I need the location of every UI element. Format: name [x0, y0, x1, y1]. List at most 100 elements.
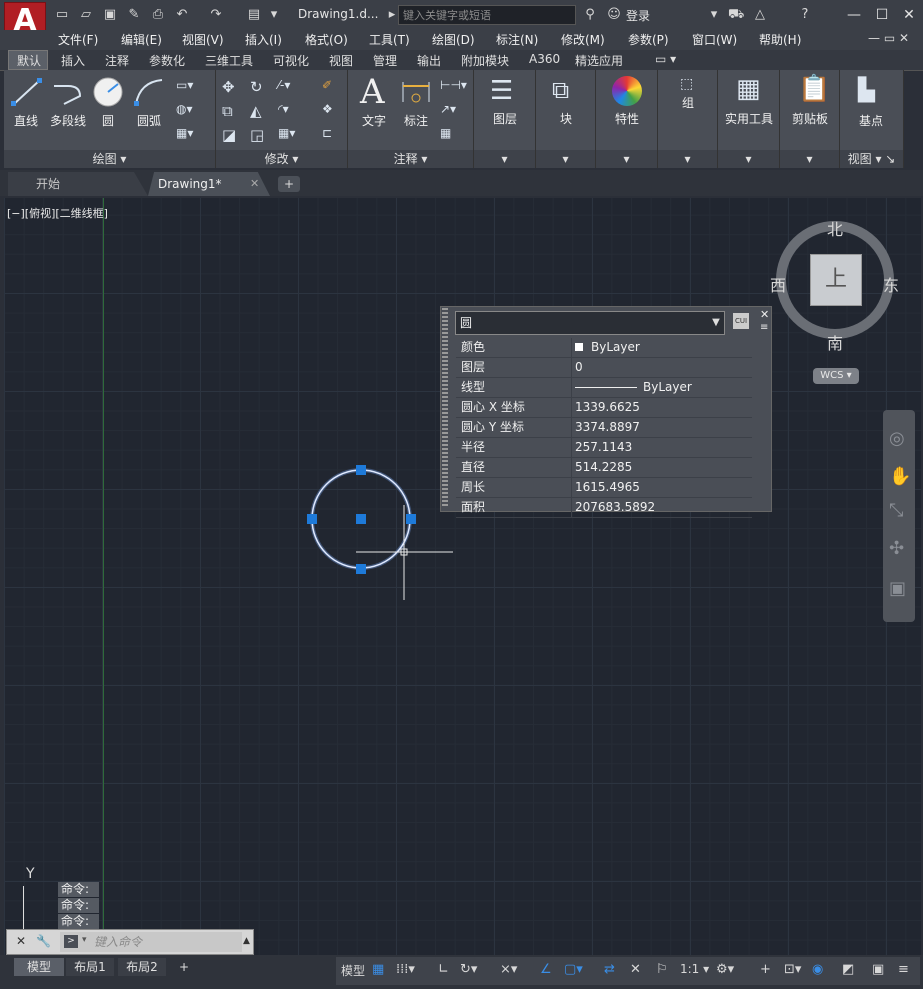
table-icon[interactable]: ▦	[440, 126, 451, 140]
move-icon[interactable]: ✥	[222, 78, 235, 96]
hardware-acceleration-icon[interactable]: ◉	[812, 962, 823, 977]
new-tab-icon[interactable]: +	[278, 176, 300, 192]
object-type-select[interactable]: 圆	[455, 311, 725, 335]
layout-tab-layout2[interactable]: 布局2	[118, 958, 166, 976]
stretch-icon[interactable]: ◪	[222, 126, 236, 144]
redo-icon[interactable]: ↷	[208, 7, 224, 23]
selection-cycling-icon[interactable]: ⇄	[604, 962, 615, 977]
property-value[interactable]: 0	[572, 358, 752, 377]
property-value[interactable]: 3374.8897	[572, 418, 752, 437]
property-value[interactable]: 514.2285	[572, 458, 752, 477]
print-icon[interactable]: ⎙	[150, 7, 166, 23]
tab-start[interactable]: 开始	[8, 172, 148, 196]
menu-modify[interactable]: 修改(M)	[561, 31, 605, 48]
annotation-scale[interactable]: 1:1 ▾	[680, 962, 709, 976]
layers-button-label[interactable]: 图层	[480, 110, 530, 127]
steering-wheel-icon[interactable]: ◎	[889, 428, 905, 449]
panel-properties-footer[interactable]: ▾	[596, 150, 658, 168]
customize-icon[interactable]: CUI	[733, 313, 749, 329]
save-icon[interactable]: ▣	[102, 7, 118, 23]
polyline-icon[interactable]	[50, 76, 84, 108]
fillet-icon[interactable]: ◜▾	[278, 102, 289, 116]
hatch-icon[interactable]: ◍▾	[176, 102, 193, 116]
menu-help[interactable]: 帮助(H)	[759, 31, 801, 48]
palette-menu-icon[interactable]: ≡	[760, 322, 768, 333]
line-icon[interactable]	[10, 76, 44, 108]
panel-clipboard-footer[interactable]: ▾	[780, 150, 840, 168]
clipboard-button-label[interactable]: 剪贴板	[784, 110, 836, 127]
search-input[interactable]: 键入关键字或短语	[398, 5, 576, 25]
array-icon[interactable]: ▦▾	[278, 126, 295, 140]
text-button-label[interactable]: 文字	[358, 112, 390, 129]
group-button-label[interactable]: 组	[668, 94, 708, 111]
tab-parametric[interactable]: 参数化	[149, 52, 185, 69]
gradient-icon[interactable]: ▦▾	[176, 126, 193, 140]
menu-edit[interactable]: 编辑(E)	[121, 31, 162, 48]
wrench-icon[interactable]: 🔧	[36, 934, 51, 948]
panel-utilities-footer[interactable]: ▾	[718, 150, 780, 168]
command-input[interactable]: 键入命令	[60, 932, 242, 952]
minimize-button[interactable]: —	[844, 6, 864, 24]
menu-draw[interactable]: 绘图(D)	[432, 31, 475, 48]
maximize-button[interactable]: ☐	[872, 6, 892, 24]
tab-annotate[interactable]: 注释	[105, 52, 129, 69]
calculator-icon[interactable]: ▦	[736, 74, 761, 104]
property-value[interactable]: 207683.5892	[572, 498, 752, 517]
ribbon-toggle-icon[interactable]: ▭ ▾	[655, 52, 676, 66]
help-icon[interactable]: ?	[797, 7, 813, 23]
snap-icon[interactable]: ⁞⁞⁞▾	[396, 962, 415, 977]
erase-icon[interactable]: ✐	[322, 78, 332, 92]
model-space-button[interactable]: 模型	[341, 962, 365, 979]
dimension-button-label[interactable]: 标注	[400, 112, 432, 129]
offset-icon[interactable]: ⊏	[322, 126, 332, 140]
units-icon[interactable]: ⊡▾	[784, 962, 801, 977]
property-value[interactable]: ByLayer	[572, 338, 752, 357]
menu-tools[interactable]: 工具(T)	[369, 31, 410, 48]
property-value[interactable]: 1339.6625	[572, 398, 752, 417]
panel-groups-footer[interactable]: ▾	[658, 150, 718, 168]
compass-south[interactable]: 南	[827, 330, 843, 354]
menu-window[interactable]: 窗口(W)	[692, 31, 737, 48]
orbit-icon[interactable]: ✣	[889, 538, 904, 559]
binoculars-icon[interactable]: ⚲	[582, 7, 598, 23]
command-prompt-icon[interactable]: >	[64, 935, 78, 948]
tab-close-icon[interactable]: ✕	[250, 177, 259, 190]
menu-insert[interactable]: 插入(I)	[245, 31, 282, 48]
clipboard-icon[interactable]: 📋	[798, 74, 830, 104]
properties-button-label[interactable]: 特性	[602, 110, 652, 127]
tab-addins[interactable]: 附加模块	[461, 52, 509, 69]
chevron-down-icon[interactable]: ▼	[709, 313, 723, 333]
customization-icon[interactable]: ≡	[898, 962, 909, 977]
group-icon[interactable]: ⬚	[680, 76, 693, 92]
block-button-label[interactable]: 块	[542, 110, 590, 127]
cart-icon[interactable]: ⛟	[728, 7, 744, 23]
mirror-icon[interactable]: ◭	[250, 102, 262, 120]
polyline-button-label[interactable]: 多段线	[46, 112, 90, 129]
annotation-autoscale-icon[interactable]: ⚐	[656, 962, 668, 977]
compass-east[interactable]: 东	[883, 272, 899, 296]
object-snap-tracking-icon[interactable]: ∠	[540, 962, 552, 977]
workspace-switch-icon[interactable]: ⚙▾	[716, 962, 734, 977]
property-value[interactable]: 1615.4965	[572, 478, 752, 497]
linear-dim-icon[interactable]: ⊢⊣▾	[440, 78, 467, 92]
tab-a360[interactable]: A360	[529, 52, 560, 66]
compass-north[interactable]: 北	[827, 216, 843, 240]
rectangle-icon[interactable]: ▭▾	[176, 78, 193, 92]
panel-view-footer[interactable]: 视图 ▾ ↘	[840, 150, 904, 168]
panel-layers-footer[interactable]: ▾	[474, 150, 536, 168]
close-button[interactable]: ✕	[899, 6, 919, 24]
login-dropdown-icon[interactable]: ▾	[706, 7, 722, 23]
utilities-button-label[interactable]: 实用工具	[720, 110, 778, 127]
tab-view[interactable]: 视图	[329, 52, 353, 69]
workspace-icon[interactable]: ▤	[246, 7, 262, 23]
arc-icon[interactable]	[132, 76, 166, 108]
compass-west[interactable]: 西	[770, 272, 786, 296]
annotation-visibility-icon[interactable]: ✕	[630, 962, 641, 977]
showmotion-icon[interactable]: ▣	[889, 578, 906, 599]
palette-close-icon[interactable]: ✕	[760, 308, 769, 321]
block-icon[interactable]: ⧉	[552, 76, 569, 104]
property-value[interactable]: ByLayer	[572, 378, 752, 397]
panel-draw-footer[interactable]: 绘图 ▾	[4, 150, 216, 168]
open-icon[interactable]: ▱	[78, 7, 94, 23]
pan-icon[interactable]: ✋	[889, 466, 911, 487]
